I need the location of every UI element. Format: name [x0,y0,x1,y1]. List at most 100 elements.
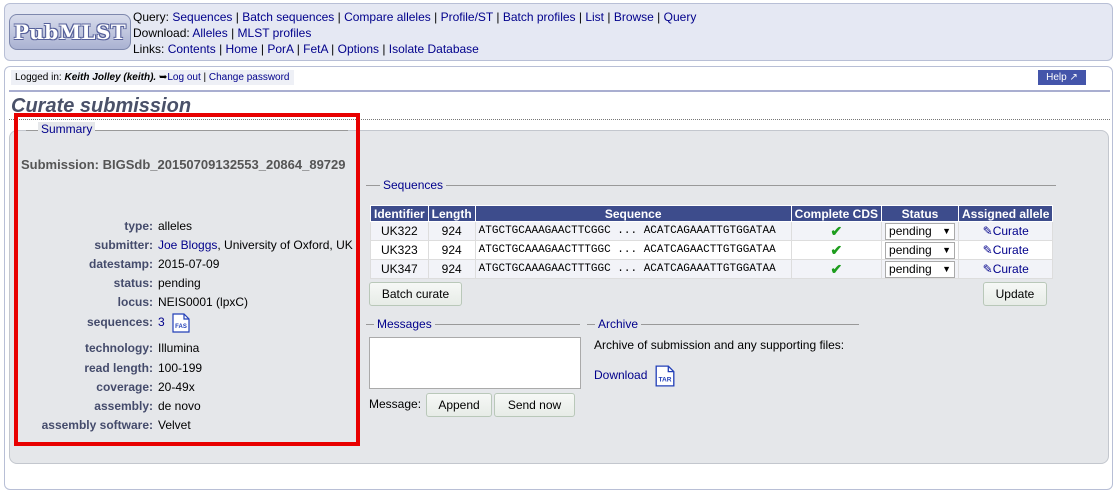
query-nav-row: Query: Sequences | Batch sequences | Com… [133,10,697,24]
check-icon: ✔ [830,222,843,239]
col-complete-cds: Complete CDS [790,205,883,222]
nav-browse[interactable]: Browse [614,10,654,24]
sequences-table: Identifier Length Sequence Complete CDS … [370,205,1054,279]
nav-contents[interactable]: Contents [168,42,216,56]
cell-length: 924 [427,221,476,241]
table-header-row: Identifier Length Sequence Complete CDS … [370,205,1054,222]
curate-link[interactable]: ✎Curate [983,262,1029,276]
col-status: Status [881,205,960,222]
summary-row-type: type: alleles [124,219,193,233]
nav-options[interactable]: Options [338,42,379,56]
update-button[interactable]: Update [983,282,1047,306]
summary-fieldset: Summary type: alleles submitter: Joe Blo… [14,113,360,446]
nav-compare-alleles[interactable]: Compare alleles [344,10,431,24]
fas-file-icon[interactable]: FAS [172,313,190,333]
cell-sequence: ATGCTGCAAAGAACTTCGGC ... ACATCAGAAATTGTG… [474,221,792,241]
status-select[interactable]: pending ▼ [885,241,956,259]
nav-feta[interactable]: FetA [303,42,328,56]
cell-complete-cds: ✔ [790,240,883,260]
summary-row-read-length: read length: 100-199 [84,361,203,375]
nav-home[interactable]: Home [226,42,258,56]
cell-complete-cds: ✔ [790,259,883,279]
archive-legend: Archive [595,317,642,331]
message-label: Message: [369,397,422,411]
message-textarea[interactable] [369,337,581,389]
curate-link[interactable]: ✎Curate [983,243,1029,257]
help-button[interactable]: Help ↗ [1038,70,1086,85]
summary-row-status: status: pending [113,276,201,290]
archive-fieldset: Archive [587,317,859,331]
cell-length: 924 [427,259,476,279]
cell-assigned-allele: ✎Curate [958,221,1054,241]
cell-status: pending ▼ [881,221,960,241]
summary-row-datestamp: datestamp: 2015-07-09 [88,257,220,271]
edit-icon: ✎ [982,243,993,257]
nav-sequences[interactable]: Sequences [172,10,232,24]
messages-legend: Messages [374,317,435,331]
header-nav: Query: Sequences | Batch sequences | Com… [133,9,696,57]
summary-row-locus: locus: NEIS0001 (lpxC) [117,295,249,309]
edit-icon: ✎ [982,224,993,238]
summary-row-sequences: sequences: 3 FAS [18,313,358,333]
sequences-fieldset: Sequences [366,178,1056,192]
svg-text:TAR: TAR [658,376,671,383]
change-password-link[interactable]: Change password [209,72,290,83]
nav-batch-sequences[interactable]: Batch sequences [242,10,334,24]
sequences-count-link[interactable]: 3 [158,315,165,329]
cell-assigned-allele: ✎Curate [958,259,1054,279]
send-now-button[interactable]: Send now [494,393,575,417]
site-header: PubMLST Query: Sequences | Batch sequenc… [4,3,1113,61]
nav-isolate-database[interactable]: Isolate Database [389,42,479,56]
chevron-down-icon: ▼ [942,244,952,255]
cell-identifier: UK323 [370,240,429,260]
pubmlst-logo[interactable]: PubMLST [9,14,131,50]
cell-identifier: UK322 [370,221,429,241]
nav-query[interactable]: Query [664,10,697,24]
chevron-down-icon: ▼ [942,263,952,274]
summary-legend: Summary [38,122,96,136]
cell-status: pending ▼ [881,259,960,279]
table-row: UK347 924 ATGCTGCAAAGAACTTTGGC ... ACATC… [370,259,1054,279]
status-select[interactable]: pending ▼ [885,260,956,278]
archive-description: Archive of submission and any supporting… [594,338,845,352]
archive-download-link[interactable]: Download [594,368,647,382]
nav-download-mlst-profiles[interactable]: MLST profiles [238,26,312,40]
tar-file-icon[interactable]: TAR [655,365,675,387]
summary-row-assembly: assembly: de novo [94,399,201,413]
append-button[interactable]: Append [426,393,492,417]
cell-sequence: ATGCTGCAAAGAACTTTGGC ... ACATCAGAACTTGTG… [474,240,792,260]
svg-text:FAS: FAS [175,324,187,330]
table-row: UK323 924 ATGCTGCAAAGAACTTTGGC ... ACATC… [370,240,1054,260]
nav-pora[interactable]: PorA [267,42,293,56]
logout-link[interactable]: Log out [167,72,200,83]
batch-curate-button[interactable]: Batch curate [369,282,462,306]
nav-batch-profiles[interactable]: Batch profiles [503,10,576,24]
summary-row-coverage: coverage: 20-49x [96,380,195,394]
messages-fieldset: Messages [366,317,580,331]
sequences-legend: Sequences [380,178,447,192]
summary-row-assembly-software: assembly software: Velvet [41,418,191,432]
nav-download-alleles[interactable]: Alleles [192,26,227,40]
nav-profile-st[interactable]: Profile/ST [441,10,493,24]
download-nav-row: Download: Alleles | MLST profiles [133,26,312,40]
submitter-link[interactable]: Joe Bloggs [158,238,217,252]
nav-list[interactable]: List [585,10,604,24]
col-assigned-allele: Assigned allele [958,205,1054,222]
curate-link[interactable]: ✎Curate [983,224,1029,238]
status-select[interactable]: pending ▼ [885,222,956,240]
cell-sequence: ATGCTGCAAAGAACTTTGGC ... ACATCAGAAATTGTG… [474,259,792,279]
external-link-icon: ↗ [1069,72,1078,83]
check-icon: ✔ [830,260,843,277]
cell-length: 924 [427,240,476,260]
cell-complete-cds: ✔ [790,221,883,241]
summary-row-submitter: submitter: Joe Bloggs, University of Oxf… [94,238,353,252]
col-sequence: Sequence [474,205,792,222]
login-bar: Logged in: Keith Jolley (keith). ➥Log ou… [11,70,294,85]
check-icon: ✔ [830,241,843,258]
col-length: Length [427,205,476,222]
summary-row-technology: technology: Illumina [85,341,200,355]
cell-assigned-allele: ✎Curate [958,240,1054,260]
cell-status: pending ▼ [881,240,960,260]
table-row: UK322 924 ATGCTGCAAAGAACTTCGGC ... ACATC… [370,221,1054,241]
archive-download: Download TAR [594,364,675,387]
